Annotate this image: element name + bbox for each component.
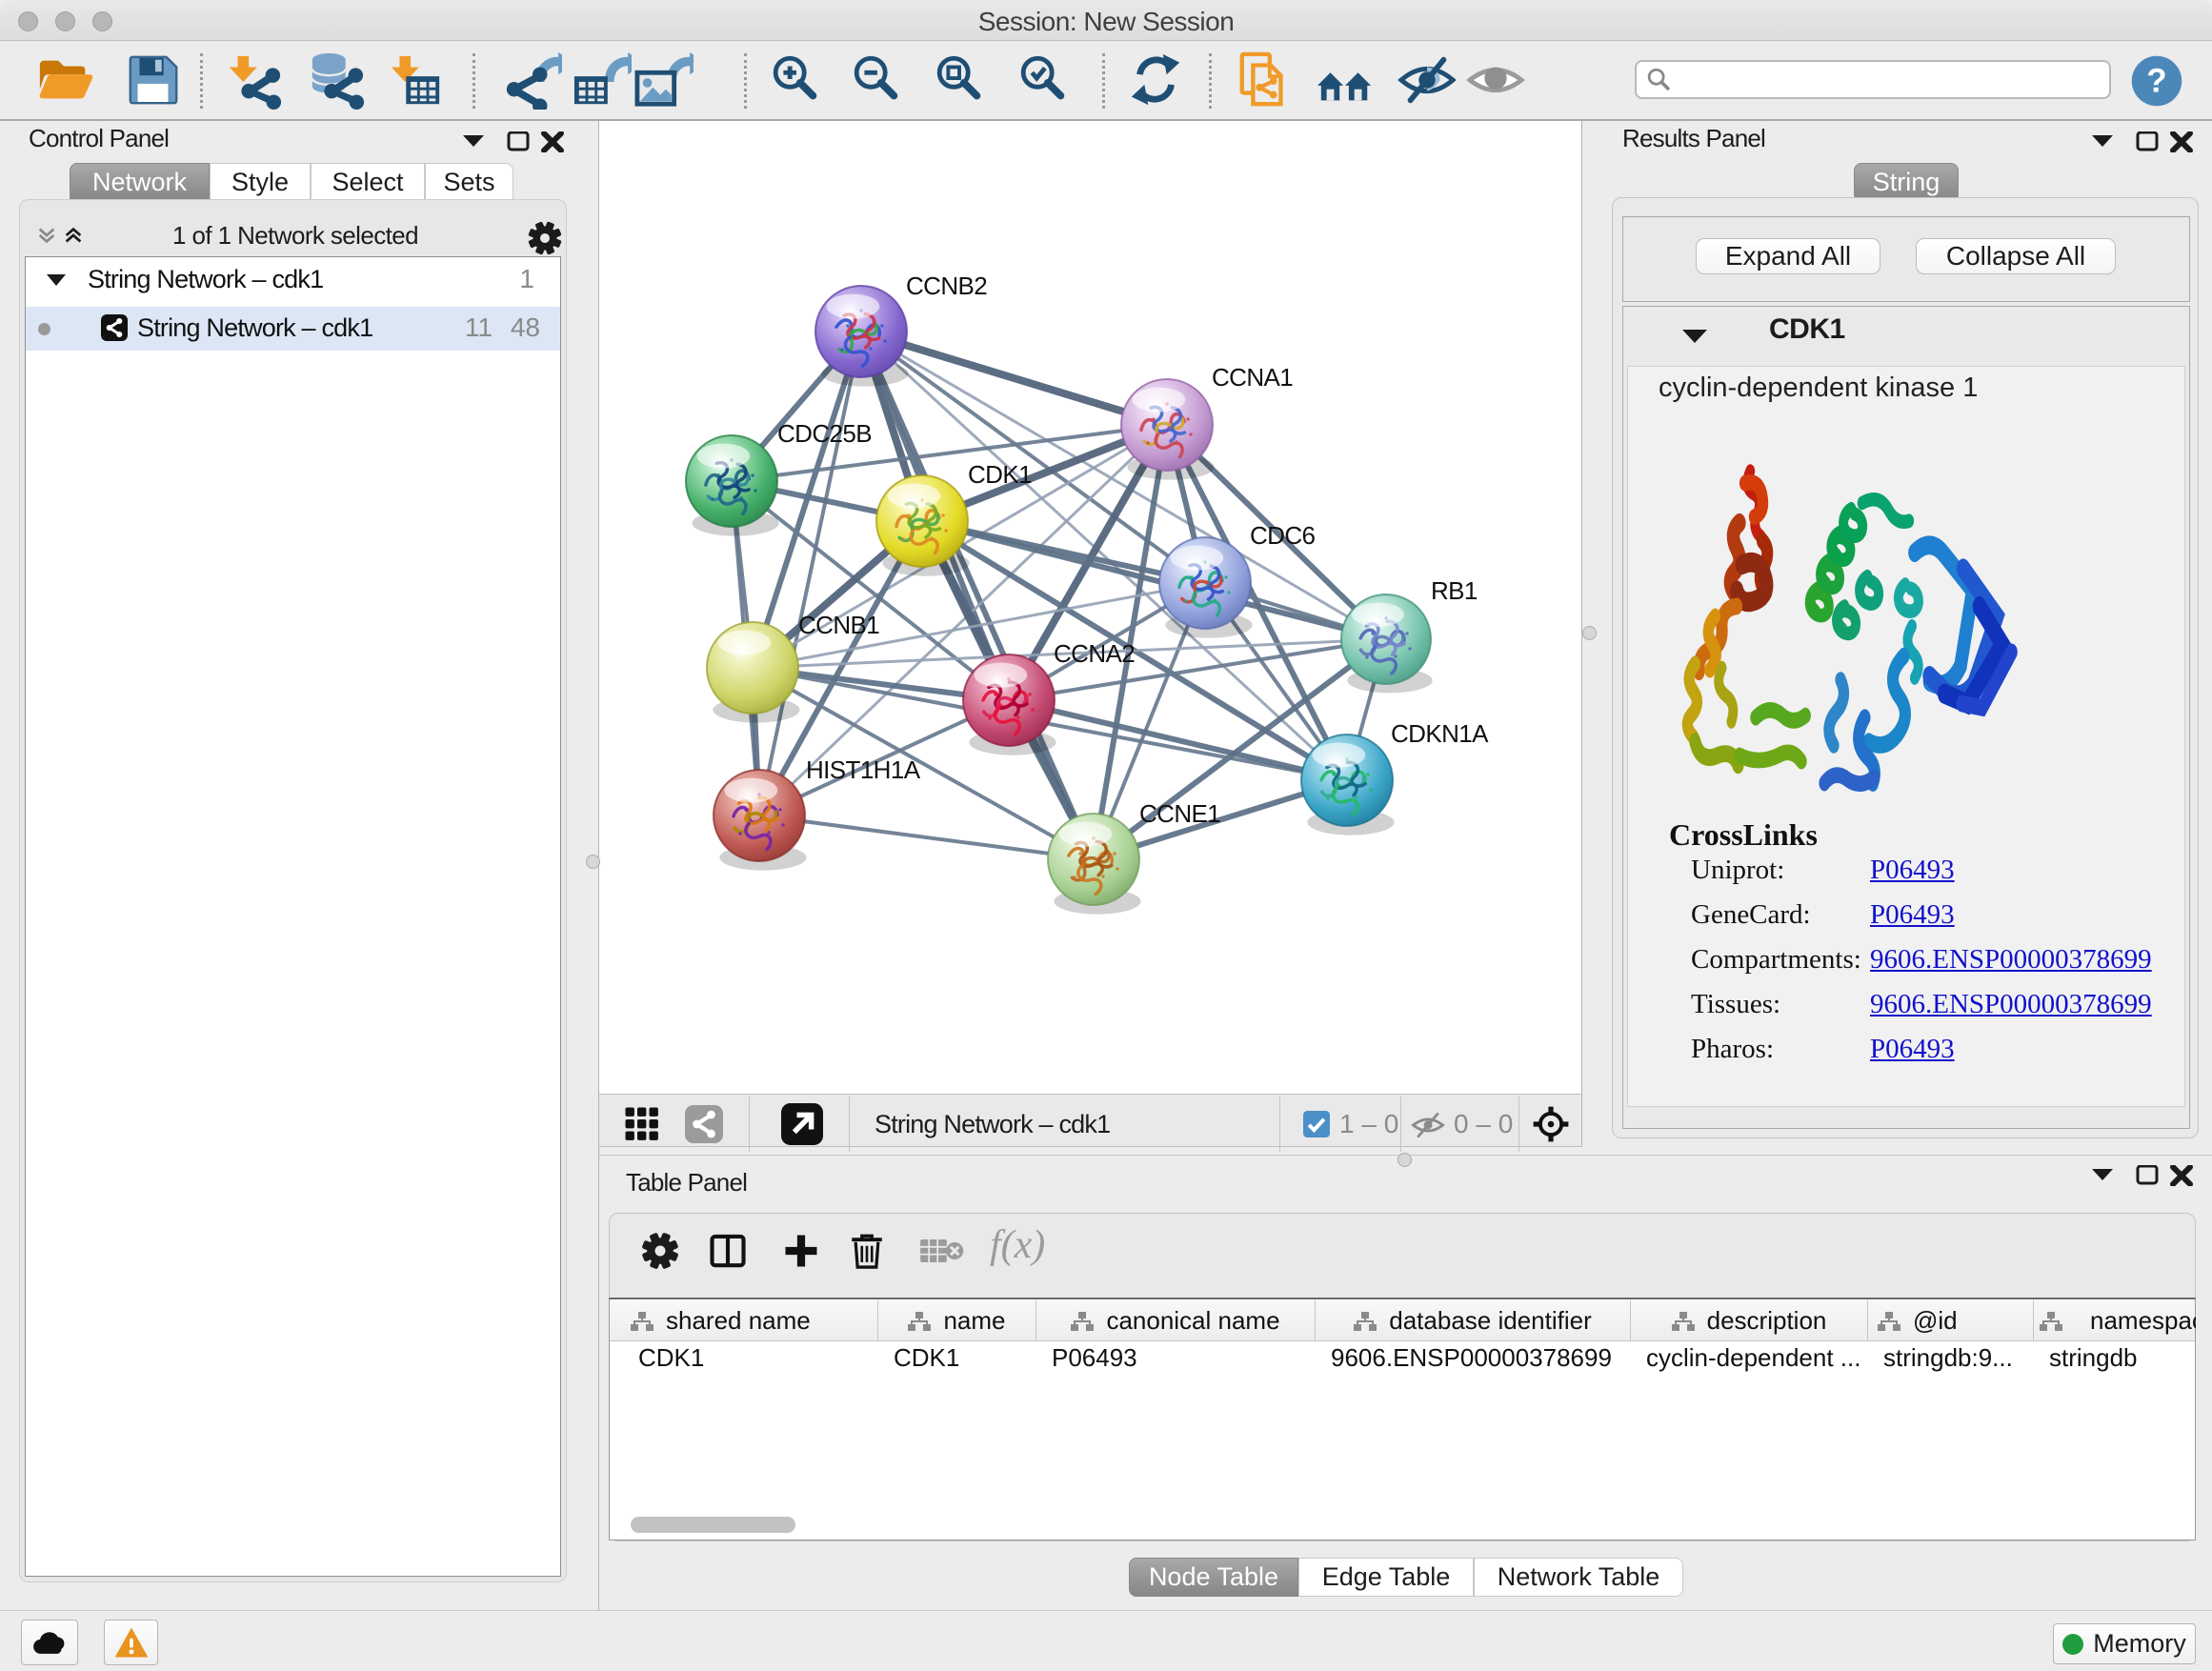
svg-text:CDC25B: CDC25B [777, 419, 872, 448]
svg-text:CDC6: CDC6 [1250, 521, 1316, 550]
svg-text:CCNE1: CCNE1 [1139, 799, 1220, 828]
svg-text:CDK1: CDK1 [968, 460, 1032, 489]
svg-text:RB1: RB1 [1431, 576, 1478, 605]
svg-text:CCNA2: CCNA2 [1054, 639, 1135, 668]
svg-text:?: ? [2146, 62, 2166, 99]
svg-text:HIST1H1A: HIST1H1A [806, 755, 921, 784]
svg-text:CCNB1: CCNB1 [798, 611, 879, 639]
svg-text:CCNB2: CCNB2 [906, 272, 987, 300]
svg-text:CCNA1: CCNA1 [1212, 363, 1293, 392]
svg-text:CDKN1A: CDKN1A [1391, 719, 1489, 748]
